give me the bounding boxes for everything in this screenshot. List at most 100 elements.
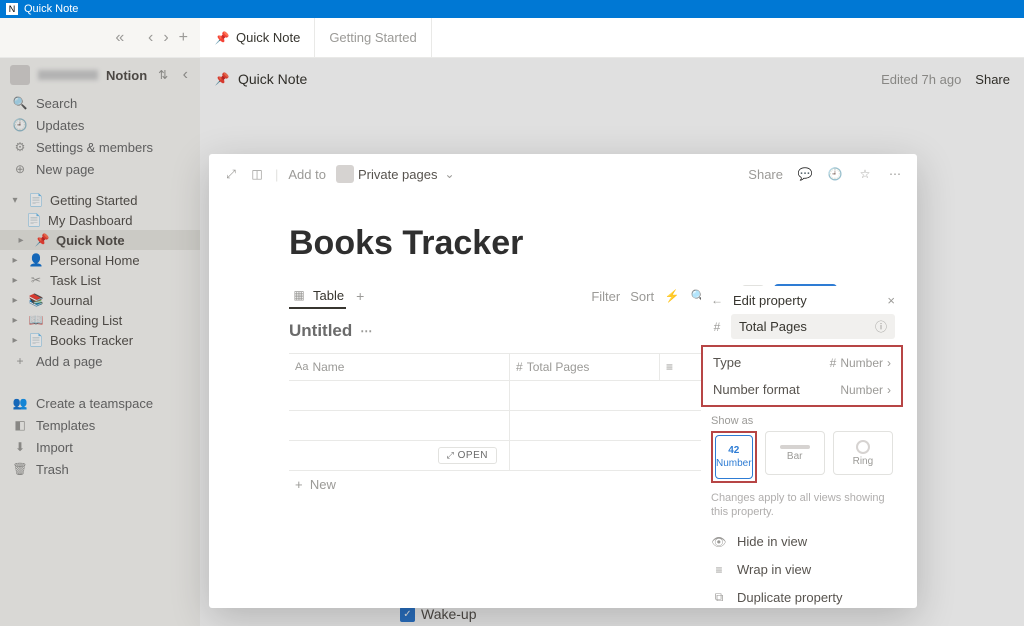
modal-toolbar: ⤢ ◫ | Add to Private pages ⌄ Share 💬 🕘 ☆… xyxy=(209,154,917,194)
sidebar-templates[interactable]: ◧Templates xyxy=(0,414,200,436)
plus-icon: + xyxy=(12,353,28,369)
person-icon: 👤 xyxy=(28,252,44,268)
hide-in-view[interactable]: 👁Hide in view xyxy=(701,528,903,556)
sidebar-teamspace[interactable]: 👥Create a teamspace xyxy=(0,392,200,414)
wake-up-item[interactable]: ✓ Wake-up xyxy=(400,606,477,622)
tab-getting-started[interactable]: Getting Started xyxy=(315,18,431,57)
sidebar-updates[interactable]: 🕘Updates xyxy=(0,114,200,136)
edit-property-panel: ← Edit property × # Total Pages ⓘ Type #… xyxy=(701,286,903,608)
sidebar-import[interactable]: ⬇Import xyxy=(0,436,200,458)
page-avatar-icon xyxy=(336,165,354,183)
show-as-label: Show as xyxy=(701,407,903,431)
page-icon: 📄 xyxy=(28,332,44,348)
sidebar-trash[interactable]: 🗑Trash xyxy=(0,458,200,480)
property-name-input[interactable]: Total Pages ⓘ xyxy=(731,314,895,339)
peek-icon[interactable]: ◫ xyxy=(249,166,265,182)
gear-icon: ⚙ xyxy=(12,139,28,155)
checkbox-checked-icon[interactable]: ✓ xyxy=(400,607,415,622)
scissors-icon: ✂ xyxy=(28,272,44,288)
tree-personal-home[interactable]: ▸👤Personal Home xyxy=(0,250,200,270)
tree-reading-list[interactable]: ▸📖Reading List xyxy=(0,310,200,330)
pin-icon: 📌 xyxy=(34,232,50,248)
caret-right-icon[interactable]: ▸ xyxy=(8,335,22,346)
book-icon: 📖 xyxy=(28,312,44,328)
caret-down-icon[interactable]: ▾ xyxy=(8,195,22,206)
open-row-button[interactable]: ⤢ OPEN xyxy=(438,447,497,464)
nav-controls: « ‹ › + xyxy=(0,18,200,57)
caret-right-icon[interactable]: ▸ xyxy=(8,255,22,266)
back-icon[interactable]: ‹ xyxy=(146,27,155,49)
books-icon: 📚 xyxy=(28,292,44,308)
breadcrumb-bar: 📌 Quick Note Edited 7h ago Share xyxy=(200,58,1024,100)
sidebar-search[interactable]: 🔍Search xyxy=(0,92,200,114)
tab-quick-note[interactable]: 📌 Quick Note xyxy=(200,18,315,57)
hint-text: Changes apply to all views showing this … xyxy=(701,491,903,528)
download-icon: ⬇ xyxy=(12,439,28,455)
highlighted-number-option: 42 Number xyxy=(711,431,757,483)
info-icon[interactable]: ⓘ xyxy=(875,318,887,335)
show-as-ring[interactable]: Ring xyxy=(833,431,893,475)
search-icon: 🔍 xyxy=(12,95,28,111)
wake-label: Wake-up xyxy=(421,606,477,622)
caret-right-icon[interactable]: ▸ xyxy=(8,315,22,326)
column-name-header[interactable]: AaName xyxy=(289,354,509,380)
expand-icon[interactable]: ⤢ xyxy=(223,166,239,182)
caret-right-icon[interactable]: ▸ xyxy=(8,275,22,286)
clock-icon[interactable]: 🕘 xyxy=(827,166,843,182)
tree-journal[interactable]: ▸📚Journal xyxy=(0,290,200,310)
sidebar-settings[interactable]: ⚙Settings & members xyxy=(0,136,200,158)
workspace-avatar xyxy=(10,65,30,85)
workspace-switcher[interactable]: Notion ⇅ ‹ xyxy=(0,58,200,92)
share-button[interactable]: Share xyxy=(748,167,783,182)
more-icon[interactable]: ⋯ xyxy=(887,166,903,182)
sidebar-collapse-icon[interactable]: « xyxy=(113,27,126,49)
back-icon[interactable]: ← xyxy=(709,292,725,308)
caret-right-icon[interactable]: ▸ xyxy=(14,235,28,246)
template-icon: ◧ xyxy=(12,417,28,433)
tree-quick-note[interactable]: ▸📌Quick Note xyxy=(0,230,200,250)
highlighted-type-section: Type #Number› Number format Number› xyxy=(701,345,903,407)
page-icon: 📄 xyxy=(26,212,42,228)
window-titlebar: N Quick Note xyxy=(0,0,1024,18)
breadcrumb[interactable]: 📌 Quick Note xyxy=(214,71,307,87)
comment-icon[interactable]: 💬 xyxy=(797,166,813,182)
tab-label: Quick Note xyxy=(236,30,300,45)
chevron-down-icon: ⌄ xyxy=(441,166,457,182)
page-title[interactable]: Books Tracker xyxy=(289,224,837,263)
sidebar-more-icon[interactable]: ‹ xyxy=(181,64,190,86)
sidebar-add-page[interactable]: +Add a page xyxy=(0,350,200,372)
tree-books-tracker[interactable]: ▸📄Books Tracker xyxy=(0,330,200,350)
share-button[interactable]: Share xyxy=(975,72,1010,87)
show-as-number[interactable]: 42 Number xyxy=(715,435,753,479)
filter-button[interactable]: Filter xyxy=(591,289,620,304)
wrap-in-view[interactable]: ≡Wrap in view xyxy=(701,556,903,584)
sort-button[interactable]: Sort xyxy=(630,289,654,304)
add-to-label: Add to xyxy=(288,167,326,182)
view-tab-table[interactable]: ▦ Table xyxy=(289,283,346,309)
plus-circle-icon: ⊕ xyxy=(12,161,28,177)
tree-dashboard[interactable]: 📄My Dashboard xyxy=(0,210,200,230)
column-pages-header[interactable]: #Total Pages xyxy=(509,354,659,380)
tree-task-list[interactable]: ▸✂Task List xyxy=(0,270,200,290)
add-view-button[interactable]: + xyxy=(356,288,364,304)
chevron-updown-icon: ⇅ xyxy=(155,67,171,83)
star-icon[interactable]: ☆ xyxy=(857,166,873,182)
bar-icon xyxy=(780,445,810,449)
forward-icon[interactable]: › xyxy=(161,27,170,49)
number-format-row[interactable]: Number format Number› xyxy=(703,376,901,403)
app-icon: N xyxy=(6,3,18,15)
show-as-bar[interactable]: Bar xyxy=(765,431,825,475)
sidebar-new-page[interactable]: ⊕New page xyxy=(0,158,200,180)
duplicate-property[interactable]: ⧉Duplicate property xyxy=(701,584,903,608)
more-icon[interactable]: ⋯ xyxy=(358,323,374,339)
people-icon: 👥 xyxy=(12,395,28,411)
new-tab-icon[interactable]: + xyxy=(177,27,190,49)
eye-off-icon: 👁 xyxy=(711,534,727,550)
bolt-icon[interactable]: ⚡ xyxy=(664,288,680,304)
add-to-destination[interactable]: Private pages ⌄ xyxy=(336,165,458,183)
caret-right-icon[interactable]: ▸ xyxy=(8,295,22,306)
column-menu[interactable]: ≡ xyxy=(659,354,689,380)
close-icon[interactable]: × xyxy=(887,293,895,308)
tree-getting-started[interactable]: ▾📄Getting Started xyxy=(0,190,200,210)
property-type-row[interactable]: Type #Number› xyxy=(703,349,901,376)
